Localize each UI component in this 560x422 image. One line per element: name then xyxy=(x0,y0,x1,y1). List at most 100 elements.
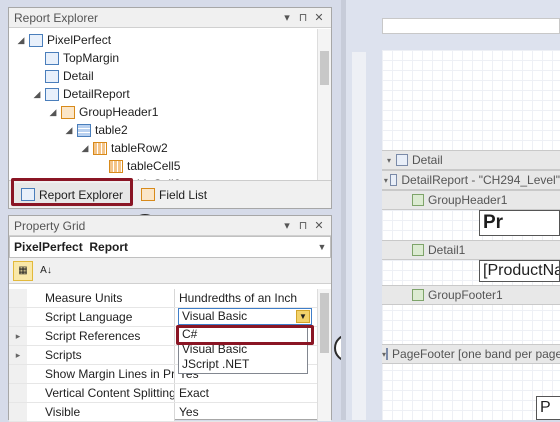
property-expand-icon[interactable] xyxy=(9,365,27,383)
expand-icon[interactable]: ◢ xyxy=(47,107,59,118)
collapse-icon[interactable]: ▾ xyxy=(382,156,396,165)
row-icon xyxy=(93,141,107,155)
property-row[interactable]: Vertical Content Splitting Exact xyxy=(9,384,317,403)
report-designer: ▾ Detail ▾ DetailReport - "CH294_Level" Grou… xyxy=(346,0,560,420)
script-language-value: Visual Basic xyxy=(182,309,248,323)
highlight-csharp-option xyxy=(176,325,314,345)
property-value[interactable]: Yes xyxy=(175,403,317,421)
tree-node-label: DetailReport xyxy=(63,87,130,101)
band-icon xyxy=(412,289,424,301)
tree-node-label: table2 xyxy=(95,123,128,137)
band-header[interactable]: ▾ PageFooter [one band per page] xyxy=(382,344,560,364)
sort-alphabetical-icon[interactable]: A↓ xyxy=(36,261,56,281)
cell-icon xyxy=(109,159,123,173)
band-header[interactable]: GroupFooter1 xyxy=(382,285,560,305)
dropdown-arrow-icon[interactable]: ▼ xyxy=(296,310,310,323)
panel-menu-icon[interactable]: ▾ xyxy=(280,11,294,24)
tree-node-label: TopMargin xyxy=(63,51,120,65)
band-label: GroupHeader1 xyxy=(428,193,508,207)
tree-node[interactable]: tableCell5 xyxy=(95,157,180,175)
property-name: Measure Units xyxy=(27,289,175,307)
group-icon xyxy=(61,105,75,119)
band-icon xyxy=(412,244,424,256)
tree-node[interactable]: ◢ table2 xyxy=(63,121,128,139)
property-row[interactable]: Measure Units Hundredths of an Inch xyxy=(9,289,317,308)
band-icon xyxy=(45,87,59,101)
expand-icon[interactable]: ◢ xyxy=(31,89,43,100)
report-explorer-header: Report Explorer ▾ ⊓ ✕ xyxy=(9,8,331,28)
tab-field-list[interactable]: Field List xyxy=(133,183,217,207)
tree-node[interactable]: Detail xyxy=(31,67,94,85)
property-expand-icon[interactable] xyxy=(9,384,27,402)
collapse-icon[interactable]: ▾ xyxy=(382,176,390,185)
property-expand-icon[interactable] xyxy=(9,308,27,326)
close-icon[interactable]: ✕ xyxy=(312,11,326,24)
pin-icon[interactable]: ⊓ xyxy=(296,11,310,24)
expand-icon[interactable]: ◢ xyxy=(63,125,75,136)
script-language-editor[interactable]: Visual Basic ▼ xyxy=(178,308,312,325)
property-expand-icon[interactable]: ▸ xyxy=(9,327,27,345)
property-name: Vertical Content Splitting xyxy=(27,384,175,402)
product-name-cell[interactable]: [ProductName] xyxy=(479,260,560,282)
property-expand-icon[interactable] xyxy=(9,403,27,421)
tree-node-label: GroupHeader1 xyxy=(79,105,159,119)
band-label: Detail xyxy=(412,153,443,167)
property-grid-header: Property Grid ▾ ⊓ ✕ xyxy=(9,216,331,236)
report-icon xyxy=(29,33,43,47)
option-jscript[interactable]: JScript .NET xyxy=(179,357,307,372)
footer-cell[interactable]: P xyxy=(536,396,560,420)
band-icon xyxy=(45,69,59,83)
horizontal-ruler xyxy=(382,18,560,34)
property-name: Script References xyxy=(27,327,175,345)
band-icon xyxy=(412,194,424,206)
expand-icon[interactable]: ◢ xyxy=(79,143,91,154)
categorized-icon[interactable]: ▦ xyxy=(13,260,33,281)
object-name: PixelPerfect xyxy=(14,240,83,254)
chevron-down-icon: ▼ xyxy=(317,242,327,252)
tree-node[interactable]: ◢ GroupHeader1 xyxy=(47,103,159,121)
table-icon xyxy=(77,123,91,137)
band-icon xyxy=(386,348,389,360)
object-type: Report xyxy=(89,240,129,254)
property-grid-title: Property Grid xyxy=(14,218,86,233)
property-name: Scripts xyxy=(27,346,175,364)
property-name: Show Margin Lines in Preview xyxy=(27,365,175,383)
tree-node[interactable]: ◢ DetailReport xyxy=(31,85,130,103)
band-header[interactable]: ▾ Detail xyxy=(382,150,560,170)
tree-node[interactable]: TopMargin xyxy=(31,49,119,67)
property-row[interactable]: Visible Yes xyxy=(9,403,317,422)
band-label: Detail1 xyxy=(428,243,466,257)
band-header[interactable]: GroupHeader1 xyxy=(382,190,560,210)
band-label: DetailReport - "CH294_Level" xyxy=(401,173,560,187)
band-header[interactable]: Detail1 xyxy=(382,240,560,260)
report-explorer-title: Report Explorer xyxy=(14,10,99,25)
expand-icon[interactable]: ◢ xyxy=(15,35,27,46)
tree-node-label: tableRow2 xyxy=(111,141,168,155)
property-expand-icon[interactable] xyxy=(9,289,27,307)
tree-node[interactable]: ◢ PixelPerfect xyxy=(15,31,112,49)
property-scrollbar[interactable] xyxy=(317,289,331,421)
vertical-ruler xyxy=(352,52,366,420)
highlight-report-explorer-tab xyxy=(11,178,133,206)
tree-scrollbar[interactable] xyxy=(317,29,331,181)
band-icon xyxy=(389,174,398,186)
property-value[interactable]: Hundredths of an Inch xyxy=(175,289,317,307)
band-header[interactable]: ▾ DetailReport - "CH294_Level" xyxy=(382,170,560,190)
property-value[interactable]: Exact xyxy=(175,384,317,402)
tab-field-list-label: Field List xyxy=(159,187,208,202)
report-tree: ◢ PixelPerfect TopMargin Detail ◢ DetailRepor… xyxy=(9,29,317,181)
object-selector[interactable]: PixelPerfect Report ▼ xyxy=(9,236,331,258)
band-icon xyxy=(45,51,59,65)
property-name: Visible xyxy=(27,403,175,421)
header-cell[interactable]: Pr xyxy=(479,210,560,236)
band-label: GroupFooter1 xyxy=(428,288,503,302)
pin-icon[interactable]: ⊓ xyxy=(296,219,310,232)
close-icon[interactable]: ✕ xyxy=(312,219,326,232)
band-icon xyxy=(396,154,408,166)
panel-menu-icon[interactable]: ▾ xyxy=(280,219,294,232)
tree-node[interactable]: ◢ tableRow2 xyxy=(79,139,168,157)
field-list-icon xyxy=(141,188,156,201)
tree-node-label: Detail xyxy=(63,69,94,83)
tree-node-label: PixelPerfect xyxy=(47,33,112,47)
property-expand-icon[interactable]: ▸ xyxy=(9,346,27,364)
